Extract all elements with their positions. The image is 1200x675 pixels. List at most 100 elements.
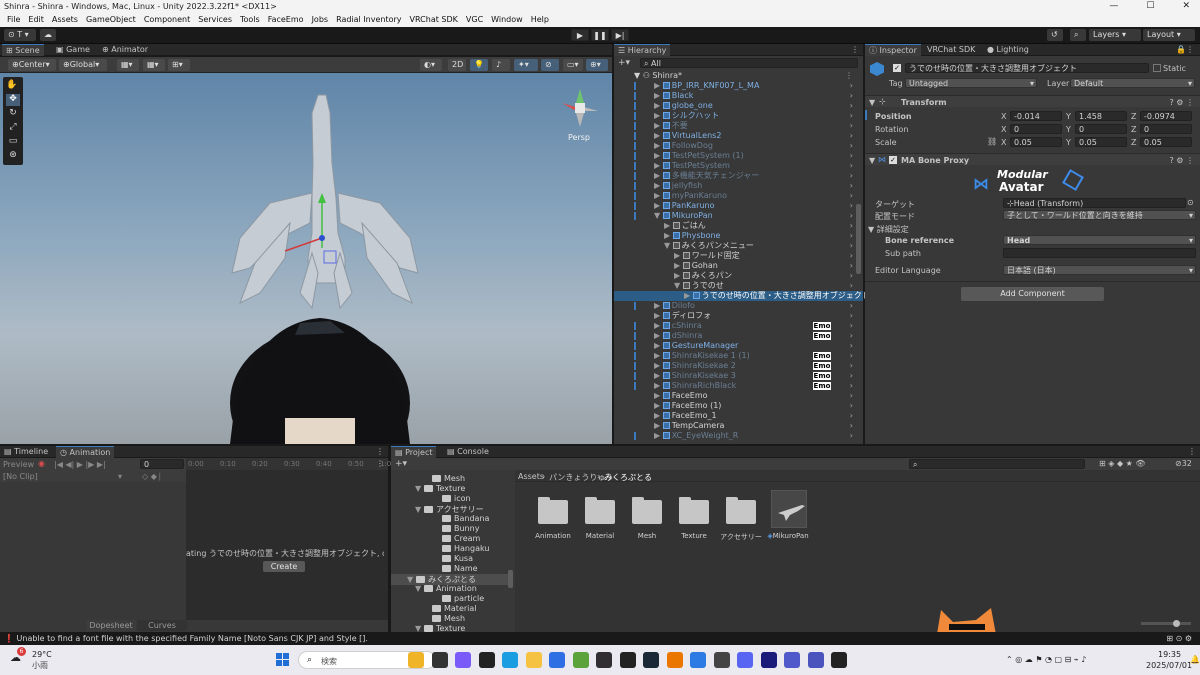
component-menu-icon[interactable]: ? ⚙ ⋮ xyxy=(1169,98,1194,107)
timeline-menu-icon[interactable]: ⋮ xyxy=(376,459,384,468)
play-button[interactable]: ▶ xyxy=(571,29,589,41)
expand-arrow-icon[interactable]: ▶ xyxy=(654,151,663,160)
account-button[interactable]: ⊙ T ▾ xyxy=(4,29,36,41)
shading-icon[interactable]: ◐▾ xyxy=(420,59,442,71)
hand-tool-icon[interactable]: ✋ xyxy=(6,80,20,92)
tree-scrollbar[interactable] xyxy=(508,570,513,588)
scale-z-input[interactable]: 0.05 xyxy=(1140,137,1192,147)
tab-scene[interactable]: ⊞ Scene xyxy=(2,44,44,56)
expand-arrow-icon[interactable]: ▶ xyxy=(654,391,663,400)
prefab-asset[interactable]: ◈MikuroPan xyxy=(765,490,811,544)
hierarchy-item[interactable]: ▶ dShinra Emo › xyxy=(614,331,863,341)
project-more-icon[interactable]: ⋮ xyxy=(1188,447,1196,456)
project-folder-item[interactable]: Material xyxy=(423,604,477,613)
chevron-right-icon[interactable]: › xyxy=(850,381,853,391)
maximize-button[interactable]: ☐ xyxy=(1146,1,1154,11)
chevron-right-icon[interactable]: › xyxy=(850,241,853,251)
grid-icon[interactable]: ▦▾ xyxy=(117,59,139,71)
active-checkbox[interactable]: ✓ xyxy=(893,64,901,72)
hierarchy-item[interactable]: ▶ FaceEmo › xyxy=(614,391,863,401)
tab-animation[interactable]: ◷ Animation xyxy=(56,446,115,458)
menu-item-gameobject[interactable]: GameObject xyxy=(82,14,140,27)
hierarchy-item[interactable]: ▶ ワールド固定 › xyxy=(614,251,863,261)
position-x-input[interactable]: -0.014 xyxy=(1010,111,1062,121)
hierarchy-item[interactable]: ▶ ShinraKisekae 2 Emo › xyxy=(614,361,863,371)
expand-arrow-icon[interactable]: ▼ xyxy=(407,575,414,584)
project-folder-item[interactable]: Name xyxy=(433,564,478,573)
position-z-input[interactable]: -0.0974 xyxy=(1140,111,1192,121)
move-tool-icon[interactable]: ✥ xyxy=(6,94,20,106)
menu-item-help[interactable]: Help xyxy=(527,14,553,27)
expand-arrow-icon[interactable]: ▶ xyxy=(654,91,663,100)
dopesheet-area[interactable] xyxy=(186,470,388,620)
hierarchy-item[interactable]: ▶ ごはん › xyxy=(614,221,863,231)
project-folder-item[interactable]: Bandana xyxy=(433,514,489,523)
axis-label-z[interactable]: Z xyxy=(1131,112,1136,121)
hierarchy-item[interactable]: ▶ Black › xyxy=(614,91,863,101)
chevron-right-icon[interactable]: › xyxy=(850,301,853,311)
clock-date[interactable]: 2025/07/01 xyxy=(1146,661,1192,670)
tab-vrchat-sdk[interactable]: VRChat SDK xyxy=(923,44,979,56)
hierarchy-item[interactable]: ▶ ShinraKisekae 1 (1) Emo › xyxy=(614,351,863,361)
expand-arrow-icon[interactable]: ▼ xyxy=(415,484,422,493)
chevron-right-icon[interactable]: › xyxy=(850,111,853,121)
expand-arrow-icon[interactable]: ▼ xyxy=(415,505,422,514)
store-icon[interactable] xyxy=(549,652,565,668)
expand-arrow-icon[interactable]: ▶ xyxy=(654,311,663,320)
chevron-right-icon[interactable]: › xyxy=(850,341,853,351)
hierarchy-item[interactable]: ▶ myPanKaruno › xyxy=(614,191,863,201)
axis-label-y[interactable]: Y xyxy=(1066,138,1071,147)
rotation-y-input[interactable]: 0 xyxy=(1075,124,1127,134)
chevron-right-icon[interactable]: › xyxy=(850,271,853,281)
obs-icon[interactable] xyxy=(596,652,612,668)
hierarchy-item[interactable]: ▶ jellyfish › xyxy=(614,181,863,191)
tab-lighting[interactable]: ● Lighting xyxy=(983,44,1033,56)
target-field[interactable]: ⊹Head (Transform) xyxy=(1003,198,1186,208)
capture-icon[interactable] xyxy=(690,652,706,668)
hierarchy-item[interactable]: ▶ TestPetSystem (1) › xyxy=(614,151,863,161)
expand-arrow-icon[interactable]: ▶ xyxy=(654,131,663,140)
hierarchy-item[interactable]: ▶ TestPetSystem › xyxy=(614,161,863,171)
steam-icon[interactable] xyxy=(643,652,659,668)
chevron-right-icon[interactable]: › xyxy=(850,231,853,241)
hierarchy-item[interactable]: ▶ みくろパン › xyxy=(614,271,863,281)
search-icon[interactable]: ⌕ xyxy=(1070,29,1086,41)
chevron-right-icon[interactable]: › xyxy=(850,291,853,301)
object-picker-icon[interactable]: ⊙ xyxy=(1187,198,1194,207)
hidden-icon[interactable]: ⊘ xyxy=(541,59,559,71)
expand-arrow-icon[interactable]: ▶ xyxy=(654,161,663,170)
chevron-right-icon[interactable]: › xyxy=(850,141,853,151)
chevron-right-icon[interactable]: › xyxy=(850,321,853,331)
hierarchy-item[interactable]: ▶ PanKaruno › xyxy=(614,201,863,211)
component-enabled-checkbox[interactable]: ✓ xyxy=(889,156,897,164)
expand-arrow-icon[interactable]: ▶ xyxy=(684,291,693,300)
zoom-slider-thumb[interactable] xyxy=(1173,620,1180,627)
hierarchy-item[interactable]: ▶ globe_one › xyxy=(614,101,863,111)
scale-tool-icon[interactable]: ⤢ xyxy=(6,122,20,134)
clip-dropdown-arrow[interactable]: ▾ xyxy=(118,472,122,481)
create-button[interactable]: Create xyxy=(263,561,305,572)
snap-icon[interactable]: ▦▾ xyxy=(143,59,165,71)
tag-dropdown[interactable]: Untagged ▾ xyxy=(905,78,1037,88)
teams-icon[interactable] xyxy=(784,652,800,668)
menu-item-edit[interactable]: Edit xyxy=(24,14,48,27)
expand-arrow-icon[interactable]: ▶ xyxy=(654,301,663,310)
layer-dropdown[interactable]: Default ▾ xyxy=(1070,78,1195,88)
project-folder-item[interactable]: icon xyxy=(433,494,471,503)
folder-asset[interactable]: Mesh xyxy=(624,490,670,544)
axis-label-z[interactable]: Z xyxy=(1131,138,1136,147)
expand-arrow-icon[interactable]: ▶ xyxy=(674,251,683,260)
preview-button[interactable]: Preview xyxy=(3,460,34,469)
chevron-right-icon[interactable]: › xyxy=(850,391,853,401)
hierarchy-item[interactable]: ▼ みくろパンメニュー › xyxy=(614,241,863,251)
hierarchy-item[interactable]: ▶ FaceEmo_1 › xyxy=(614,411,863,421)
hierarchy-item[interactable]: ▶ Gohan › xyxy=(614,261,863,271)
dopesheet-tab[interactable]: Dopesheet xyxy=(86,620,136,631)
expand-arrow-icon[interactable]: ▶ xyxy=(654,411,663,420)
expand-arrow-icon[interactable]: ▶ xyxy=(674,271,683,280)
camera-icon[interactable]: ▭▾ xyxy=(563,59,583,71)
hierarchy-item[interactable]: ▶ FaceEmo (1) › xyxy=(614,401,863,411)
step-button[interactable]: ▶| xyxy=(611,29,629,41)
hierarchy-item[interactable]: ▶ ShinraRichBlack Emo › xyxy=(614,381,863,391)
curves-tab[interactable]: Curves xyxy=(137,620,187,631)
